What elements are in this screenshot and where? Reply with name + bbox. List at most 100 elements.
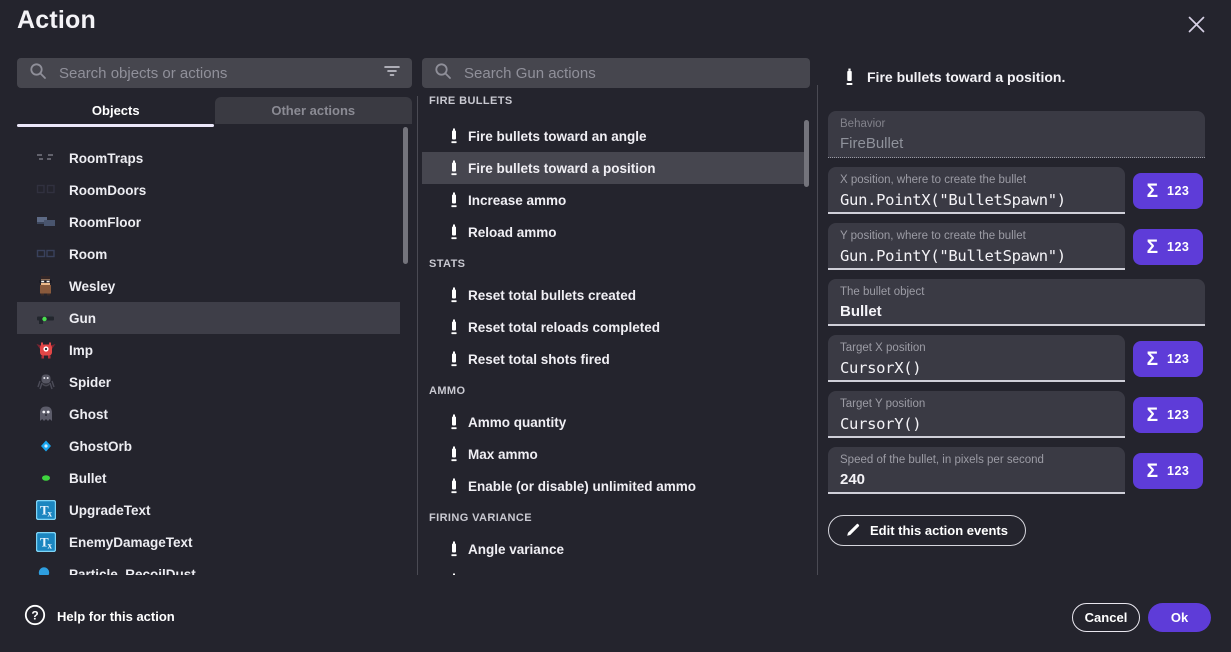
ok-button[interactable]: Ok	[1148, 603, 1211, 632]
parameter-row: Y position, where to create the bullet G…	[828, 223, 1205, 270]
action-list-item[interactable]: Reset total bullets created	[422, 279, 805, 311]
svg-text:x: x	[48, 541, 53, 551]
actions-search-input[interactable]	[462, 64, 798, 83]
action-list-item[interactable]: Max ammo	[422, 438, 805, 470]
svg-text:x: x	[48, 509, 53, 519]
object-list: RoomTraps RoomDoors RoomFloor Room Wesle…	[17, 124, 413, 575]
expression-editor-button[interactable]: Σ 123	[1133, 229, 1203, 265]
expression-editor-button[interactable]: Σ 123	[1133, 453, 1203, 489]
parameter-field[interactable]: Target Y position CursorY()	[828, 391, 1125, 438]
bullet-action-icon	[450, 287, 458, 303]
parameter-row: Target Y position CursorY() Σ 123	[828, 391, 1205, 438]
object-list-item[interactable]: Room	[17, 238, 400, 270]
bullet-action-icon	[450, 128, 458, 144]
panel-divider	[417, 96, 418, 575]
sigma-icon: Σ	[1147, 462, 1158, 481]
bullet-action-icon	[450, 160, 458, 176]
room-doors-icon	[36, 180, 56, 200]
pencil-icon	[846, 522, 861, 540]
ghost-orb-icon	[36, 436, 56, 456]
object-list-item[interactable]: RoomDoors	[17, 174, 400, 206]
objects-search-box[interactable]	[17, 58, 412, 88]
actions-search-box[interactable]	[422, 58, 810, 88]
imp-icon	[36, 340, 56, 360]
ghost-icon	[36, 404, 56, 424]
expression-editor-button[interactable]: Σ 123	[1133, 397, 1203, 433]
parameter-field[interactable]: Y position, where to create the bullet G…	[828, 223, 1125, 270]
parameter-field[interactable]: Target X position CursorX()	[828, 335, 1125, 382]
sigma-icon: Σ	[1147, 238, 1158, 257]
action-list-item[interactable]: Angle variance	[422, 533, 805, 565]
object-list-item[interactable]: GhostOrb	[17, 430, 400, 462]
bullet-action-icon	[450, 478, 458, 494]
particle-icon	[36, 564, 56, 575]
bullet-action-icon	[450, 446, 458, 462]
help-icon: ?	[24, 604, 46, 629]
expression-editor-button[interactable]: Σ 123	[1133, 341, 1203, 377]
action-list-item[interactable]: Fire bullets toward an angle	[422, 120, 805, 152]
filter-icon[interactable]	[384, 64, 400, 82]
tab-objects[interactable]: Objects	[17, 97, 215, 124]
action-list: FIRE BULLETS Fire bullets toward an angl…	[422, 94, 812, 575]
close-icon	[1188, 16, 1205, 36]
parameter-field[interactable]: X position, where to create the bullet G…	[828, 167, 1125, 214]
action-list-item[interactable]: Ammo quantity	[422, 406, 805, 438]
search-icon	[434, 62, 452, 85]
parameter-field[interactable]: Speed of the bullet, in pixels per secon…	[828, 447, 1125, 494]
action-list-item[interactable]: Fire bullets toward a position	[422, 152, 805, 184]
edit-action-events-button[interactable]: Edit this action events	[828, 515, 1026, 546]
close-button[interactable]	[1184, 14, 1208, 38]
bullet-action-icon	[450, 414, 458, 430]
spider-icon	[36, 372, 56, 392]
bullet-object-icon	[36, 468, 56, 488]
expression-editor-button[interactable]: Σ 123	[1133, 173, 1203, 209]
action-list-item[interactable]	[422, 565, 805, 575]
tab-other-actions[interactable]: Other actions	[215, 97, 413, 124]
bullet-action-icon	[450, 319, 458, 335]
parameter-row: X position, where to create the bullet G…	[828, 167, 1205, 214]
bullet-action-icon	[450, 541, 458, 557]
bullet-action-icon	[450, 192, 458, 208]
gun-icon	[36, 308, 56, 328]
action-title-row: Fire bullets toward a position.	[828, 62, 1205, 92]
parameter-row: Behavior FireBullet	[828, 111, 1205, 158]
object-list-scrollbar[interactable]	[403, 127, 408, 264]
object-list-item[interactable]: Tx UpgradeText	[17, 494, 400, 526]
room-traps-icon	[36, 148, 56, 168]
object-list-item[interactable]: Ghost	[17, 398, 400, 430]
action-list-item[interactable]: Reset total shots fired	[422, 343, 805, 375]
help-button[interactable]: ? Help for this action	[24, 604, 175, 629]
sigma-icon: Σ	[1147, 350, 1158, 369]
parameter-field[interactable]: Behavior FireBullet	[828, 111, 1205, 158]
search-icon	[29, 62, 47, 85]
action-group-header: FIRE BULLETS	[422, 94, 812, 120]
action-list-item[interactable]: Reset total reloads completed	[422, 311, 805, 343]
object-list-item[interactable]: RoomTraps	[17, 142, 400, 174]
object-list-item[interactable]: Bullet	[17, 462, 400, 494]
object-list-item[interactable]: Particle_RecoilDust	[17, 558, 400, 575]
action-group-header: AMMO	[422, 375, 812, 406]
bullet-action-icon	[845, 68, 854, 86]
object-list-item[interactable]: RoomFloor	[17, 206, 400, 238]
object-list-item[interactable]: Spider	[17, 366, 400, 398]
action-list-item[interactable]: Enable (or disable) unlimited ammo	[422, 470, 805, 502]
objects-search-input[interactable]	[57, 64, 374, 83]
action-parameters-panel: Fire bullets toward a position. Behavior…	[828, 62, 1205, 546]
parameter-field[interactable]: The bullet object Bullet	[828, 279, 1205, 326]
parameter-row: Target X position CursorX() Σ 123	[828, 335, 1205, 382]
cancel-button[interactable]: Cancel	[1072, 603, 1140, 632]
object-list-item[interactable]: Imp	[17, 334, 400, 366]
action-list-item[interactable]: Increase ammo	[422, 184, 805, 216]
parameter-row: Speed of the bullet, in pixels per secon…	[828, 447, 1205, 494]
action-title: Fire bullets toward a position.	[867, 69, 1065, 85]
action-editor-dialog: Action Objects Other actions RoomTraps R…	[0, 0, 1231, 652]
object-list-item[interactable]: Gun	[17, 302, 400, 334]
sigma-icon: Σ	[1147, 406, 1158, 425]
action-list-scrollbar[interactable]	[804, 120, 809, 187]
svg-text:?: ?	[31, 608, 38, 622]
action-list-item[interactable]: Reload ammo	[422, 216, 805, 248]
object-list-item[interactable]: Wesley	[17, 270, 400, 302]
bullet-action-icon	[450, 351, 458, 367]
object-list-item[interactable]: Tx EnemyDamageText	[17, 526, 400, 558]
text-object-icon: Tx	[36, 532, 56, 552]
